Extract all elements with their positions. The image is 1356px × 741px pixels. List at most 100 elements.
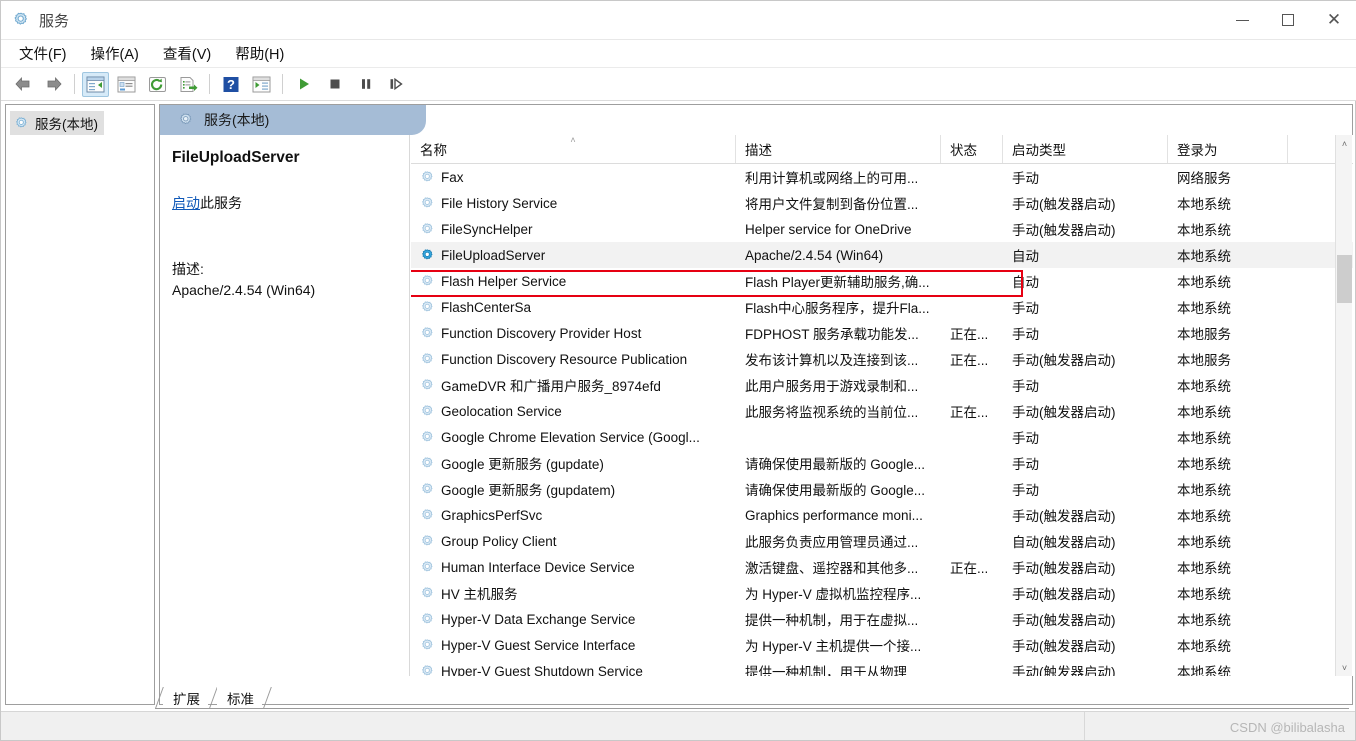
detail-service-name: FileUploadServer (172, 149, 300, 166)
pause-service-icon[interactable] (352, 72, 379, 97)
scroll-up-icon[interactable]: ˄ (1336, 135, 1353, 152)
table-row[interactable]: FileUploadServer Apache/2.4.54 (Win64) 自动 本… (411, 242, 1353, 268)
services-gear-icon (420, 508, 435, 523)
menu-action[interactable]: 操作(A) (79, 40, 151, 67)
services-gear-icon (14, 116, 29, 131)
table-row[interactable]: Hyper-V Guest Service Interface 为 Hyper-V… (411, 632, 1353, 658)
detail-description-value: Apache/2.4.54 (Win64) (172, 282, 316, 298)
services-gear-icon (420, 248, 435, 263)
table-row[interactable]: Group Policy Client 此服务负责应用管理员通过... 自动(触发器… (411, 528, 1353, 554)
service-name-label: Google 更新服务 (gupdate) (441, 457, 604, 472)
minimize-button[interactable] (1219, 1, 1265, 39)
service-name-cell: Google Chrome Elevation Service (Googl..… (411, 430, 736, 445)
show-action-pane-icon[interactable] (248, 72, 275, 97)
column-header-status[interactable]: 状态 (941, 135, 1003, 163)
service-log-on-as-cell: 本地系统 (1177, 457, 1231, 472)
services-gear-icon (420, 638, 435, 653)
column-header-status-label: 状态 (950, 143, 977, 158)
column-header-startup-type[interactable]: 启动类型 (1003, 135, 1168, 163)
service-startup-type-cell: 手动 (1012, 431, 1039, 446)
table-row[interactable]: Function Discovery Resource Publication 发… (411, 346, 1353, 372)
forward-arrow-icon[interactable] (40, 72, 67, 97)
table-row[interactable]: GraphicsPerfSvc Graphics performance moni… (411, 502, 1353, 528)
services-gear-icon (420, 456, 435, 471)
back-arrow-icon[interactable] (9, 72, 36, 97)
scrollbar-thumb[interactable] (1337, 255, 1352, 303)
services-gear-icon (420, 300, 435, 315)
service-startup-type-cell: 手动(触发器启动) (1012, 561, 1116, 576)
service-startup-type-cell: 手动(触发器启动) (1012, 509, 1116, 524)
help-icon[interactable]: ? (217, 72, 244, 97)
service-startup-type-cell: 手动 (1012, 171, 1039, 186)
column-header-startup-type-label: 启动类型 (1012, 143, 1066, 158)
services-list: 名称 ˄ 描述 状态 启动类型 登录为 Fax 利用计算机或网络上的可用... … (411, 135, 1353, 676)
service-log-on-as-cell: 本地系统 (1177, 405, 1231, 420)
service-description-cell: Flash Player更新辅助服务,确... (745, 275, 930, 290)
column-header-description[interactable]: 描述 (736, 135, 941, 163)
maximize-button[interactable] (1265, 1, 1311, 39)
service-description-cell: Flash中心服务程序，提升Fla... (745, 301, 930, 316)
service-log-on-as-cell: 本地系统 (1177, 639, 1231, 654)
properties-icon[interactable] (113, 72, 140, 97)
table-row[interactable]: FlashCenterSa Flash中心服务程序，提升Fla... 手动 本地系统 (411, 294, 1353, 320)
service-startup-type-cell: 手动(触发器启动) (1012, 353, 1116, 368)
tab-standard[interactable]: 标准 (217, 687, 272, 708)
service-log-on-as-cell: 本地系统 (1177, 301, 1231, 316)
services-gear-icon (420, 482, 435, 497)
table-row[interactable]: FileSyncHelper Helper service for OneDriv… (411, 216, 1353, 242)
sidebar-item-services-local[interactable]: 服务(本地) (10, 111, 104, 135)
table-row[interactable]: File History Service 将用户文件复制到备份位置... 手动(触发… (411, 190, 1353, 216)
tab-standard-label: 标准 (227, 691, 254, 707)
close-button[interactable]: ✕ (1311, 1, 1356, 39)
start-service-icon[interactable] (290, 72, 317, 97)
service-name-cell: GameDVR 和广播用户服务_8974efd (411, 375, 736, 395)
service-name-label: Human Interface Device Service (441, 559, 635, 575)
service-startup-type-cell: 手动 (1012, 301, 1039, 316)
service-name-label: FileSyncHelper (441, 221, 533, 237)
column-header-log-on-as[interactable]: 登录为 (1168, 135, 1288, 163)
services-gear-icon (420, 352, 435, 367)
table-row[interactable]: GameDVR 和广播用户服务_8974efd 此用户服务用于游戏录制和... 手动… (411, 372, 1353, 398)
services-gear-icon (420, 534, 435, 549)
scroll-down-icon[interactable]: ˅ (1336, 659, 1353, 676)
service-name-cell: Hyper-V Data Exchange Service (411, 612, 736, 627)
refresh-icon[interactable] (144, 72, 171, 97)
sidebar-item-label: 服务(本地) (35, 117, 98, 132)
table-row[interactable]: Google 更新服务 (gupdate) 请确保使用最新版的 Google...… (411, 450, 1353, 476)
vertical-scrollbar[interactable]: ˄ ˅ (1335, 135, 1352, 676)
table-row[interactable]: Hyper-V Data Exchange Service 提供一种机制，用于在虚… (411, 606, 1353, 632)
table-row[interactable]: Fax 利用计算机或网络上的可用... 手动 网络服务 (411, 164, 1353, 190)
table-row[interactable]: Function Discovery Provider Host FDPHOST … (411, 320, 1353, 346)
service-name-label: FileUploadServer (441, 247, 546, 263)
menu-file[interactable]: 文件(F) (7, 40, 79, 67)
table-row[interactable]: Human Interface Device Service 激活键盘、遥控器和其… (411, 554, 1353, 580)
table-row[interactable]: Geolocation Service 此服务将监视系统的当前位... 正在... 手… (411, 398, 1353, 424)
services-gear-icon (178, 112, 194, 128)
service-startup-type-cell: 自动(触发器启动) (1012, 535, 1116, 550)
tab-extended[interactable]: 扩展 (155, 687, 218, 708)
service-name-label: HV 主机服务 (441, 587, 518, 602)
table-row[interactable]: HV 主机服务 为 Hyper-V 虚拟机监控程序... 手动(触发器启动) 本地系统 (411, 580, 1353, 606)
stop-service-icon[interactable] (321, 72, 348, 97)
column-header-name[interactable]: 名称 ˄ (411, 135, 736, 163)
table-row[interactable]: Google 更新服务 (gupdatem) 请确保使用最新版的 Google..… (411, 476, 1353, 502)
start-service-link[interactable]: 启动 (172, 195, 200, 211)
services-gear-icon (420, 664, 435, 677)
pane-header: 服务(本地) (160, 105, 1352, 135)
service-startup-type-cell: 手动(触发器启动) (1012, 197, 1116, 212)
service-startup-type-cell: 手动(触发器启动) (1012, 223, 1116, 238)
table-row[interactable]: Hyper-V Guest Shutdown Service 提供一种机制，用于从… (411, 658, 1353, 676)
table-row[interactable]: Google Chrome Elevation Service (Googl..… (411, 424, 1353, 450)
service-name-label: Function Discovery Provider Host (441, 325, 642, 341)
show-hide-console-tree-icon[interactable] (82, 71, 109, 97)
title-bar: 服务 ✕ (1, 1, 1356, 40)
restart-service-icon[interactable] (383, 72, 410, 97)
table-row[interactable]: Flash Helper Service Flash Player更新辅助服务,确… (411, 268, 1353, 294)
view-tabs: 扩展 标准 (155, 687, 1349, 709)
export-list-icon[interactable] (175, 72, 202, 97)
menu-view[interactable]: 查看(V) (151, 40, 223, 67)
service-status-cell: 正在... (950, 353, 989, 368)
menu-help[interactable]: 帮助(H) (223, 40, 296, 67)
services-gear-icon (420, 404, 435, 419)
service-startup-type-cell: 手动 (1012, 327, 1039, 342)
